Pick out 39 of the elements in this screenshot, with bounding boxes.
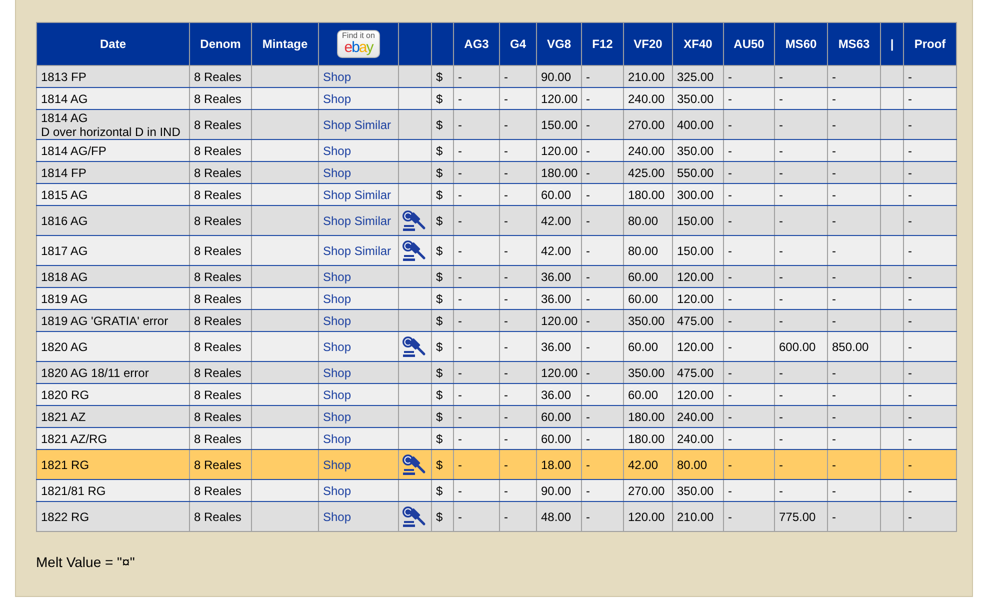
column-header: Denom	[190, 22, 252, 66]
price-cell: -	[904, 502, 956, 532]
price-cell: -	[500, 502, 536, 532]
column-header: VF20	[624, 22, 672, 66]
price-cell: 120.00	[624, 502, 672, 532]
column-header: G4	[500, 22, 536, 66]
price-cell: -	[582, 502, 624, 532]
variety-note: D over horizontal D in IND	[41, 124, 182, 138]
column-header: VG8	[536, 22, 582, 66]
gavel-icon[interactable]	[402, 454, 428, 476]
gavel-icon[interactable]	[402, 240, 428, 262]
column-header: Proof	[904, 22, 956, 66]
price-cell: -	[828, 502, 880, 532]
date-text: 1814 AG	[41, 110, 88, 124]
column-header: AU50	[724, 22, 774, 66]
price-cell: -	[454, 502, 500, 532]
column-header: F12	[582, 22, 624, 66]
gavel-icon[interactable]	[402, 336, 428, 358]
column-header: MS63	[828, 22, 880, 66]
price-cell: 775.00	[774, 502, 828, 532]
shop-link[interactable]: Shop	[323, 458, 352, 472]
gavel-icon[interactable]	[402, 506, 428, 528]
melt-value-text: Melt Value = "¤"	[36, 553, 135, 572]
column-header: |	[880, 22, 904, 66]
date-cell: 1822 RG	[36, 502, 190, 532]
denomination-cell: 8 Reales	[190, 502, 252, 532]
gavel-icon[interactable]	[402, 210, 428, 232]
price-cell: 48.00	[536, 502, 582, 532]
shop-link[interactable]: Shop	[323, 510, 352, 524]
shop-link[interactable]: Shop	[323, 340, 352, 354]
ebay-badge[interactable]: Find it on ebay	[337, 30, 380, 58]
price-cell: 210.00	[672, 502, 724, 532]
column-header: Date	[36, 22, 190, 66]
column-header: Mintage	[252, 22, 318, 66]
currency-cell: $	[432, 502, 454, 532]
column-header: AG3	[454, 22, 500, 66]
column-header: XF40	[672, 22, 724, 66]
column-header: MS60	[774, 22, 828, 66]
price-cell: -	[724, 502, 774, 532]
